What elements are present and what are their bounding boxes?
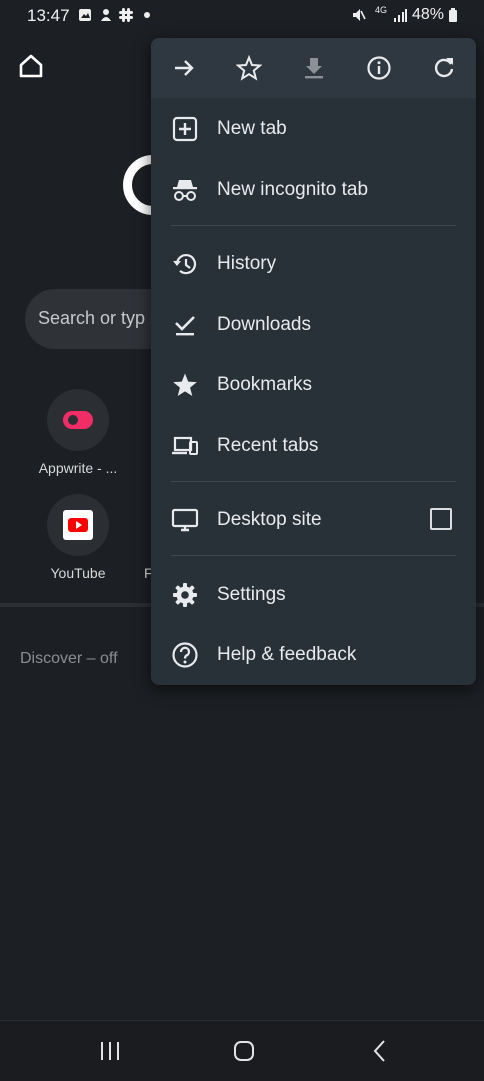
menu-item-label: Recent tabs (217, 435, 319, 456)
history-icon (173, 254, 197, 275)
download-page-button[interactable] (294, 48, 334, 88)
menu-action-row (151, 38, 476, 98)
shortcut-label-youtube: YouTube (50, 565, 106, 581)
recent-apps-icon[interactable] (98, 1040, 122, 1062)
menu-item-downloads[interactable]: Downloads (151, 294, 476, 354)
menu-item-label: Bookmarks (217, 374, 313, 395)
dot-icon (144, 12, 150, 18)
menu-divider (171, 481, 456, 482)
gear-icon (173, 583, 197, 607)
menu-item-settings[interactable]: Settings (151, 564, 476, 624)
reload-button[interactable] (424, 48, 464, 88)
notification-icon (101, 9, 111, 21)
menu-item-new-incognito-tab[interactable]: New incognito tab (151, 159, 476, 219)
status-bar: 13:47 4G 48% (0, 0, 484, 32)
bookmark-this-page-button[interactable] (229, 48, 269, 88)
search-placeholder: Search or typ (38, 308, 146, 328)
refresh-icon (434, 58, 454, 78)
arrow-forward-icon (175, 60, 194, 76)
menu-item-label: Settings (217, 584, 286, 605)
shortcut-tile-appwrite[interactable] (47, 389, 109, 451)
star-icon (173, 373, 197, 396)
battery-icon (449, 8, 457, 22)
download-icon (305, 58, 323, 79)
menu-item-desktop-site[interactable]: Desktop site (151, 489, 476, 549)
system-nav-bar (0, 1020, 484, 1081)
shortcut-tile-youtube[interactable] (47, 494, 109, 556)
incognito-icon (173, 180, 197, 201)
desktop-icon (171, 508, 199, 532)
battery-percent: 48% (412, 6, 445, 23)
mute-icon (353, 9, 366, 21)
info-icon (367, 56, 391, 80)
gallery-icon (79, 9, 91, 21)
menu-item-label: Desktop site (217, 509, 322, 530)
menu-item-label: History (217, 253, 277, 274)
home-nav-icon[interactable] (232, 1039, 256, 1063)
add-box-icon (172, 116, 198, 142)
star-outline-icon (236, 55, 262, 81)
menu-item-label: Downloads (217, 314, 311, 335)
help-icon (172, 642, 198, 668)
download-done-icon (175, 316, 195, 336)
menu-item-label: New tab (217, 118, 287, 139)
appwrite-icon (63, 411, 93, 429)
menu-divider (171, 555, 456, 556)
discover-status[interactable]: Discover – off (20, 650, 118, 668)
status-time: 13:47 (27, 6, 70, 25)
slack-icon (119, 8, 133, 22)
signal-icon (394, 9, 407, 22)
home-icon[interactable] (16, 51, 46, 81)
menu-item-history[interactable]: History (151, 233, 476, 293)
devices-icon (172, 436, 198, 455)
overflow-menu: New tab New incognito tab History Downlo… (151, 38, 476, 685)
forward-button[interactable] (164, 48, 204, 88)
menu-item-label: New incognito tab (217, 179, 369, 200)
menu-divider (171, 225, 456, 226)
desktop-site-checkbox[interactable] (430, 508, 452, 530)
menu-item-new-tab[interactable]: New tab (151, 98, 476, 158)
menu-item-label: Help & feedback (217, 644, 357, 665)
menu-item-help-feedback[interactable]: Help & feedback (151, 624, 476, 684)
back-icon[interactable] (370, 1039, 390, 1063)
page-info-button[interactable] (359, 48, 399, 88)
menu-item-recent-tabs[interactable]: Recent tabs (151, 415, 476, 475)
menu-item-bookmarks[interactable]: Bookmarks (151, 354, 476, 414)
youtube-icon (63, 510, 93, 540)
network-type: 4G (375, 5, 388, 15)
shortcut-label-appwrite: Appwrite - ... (38, 460, 118, 476)
